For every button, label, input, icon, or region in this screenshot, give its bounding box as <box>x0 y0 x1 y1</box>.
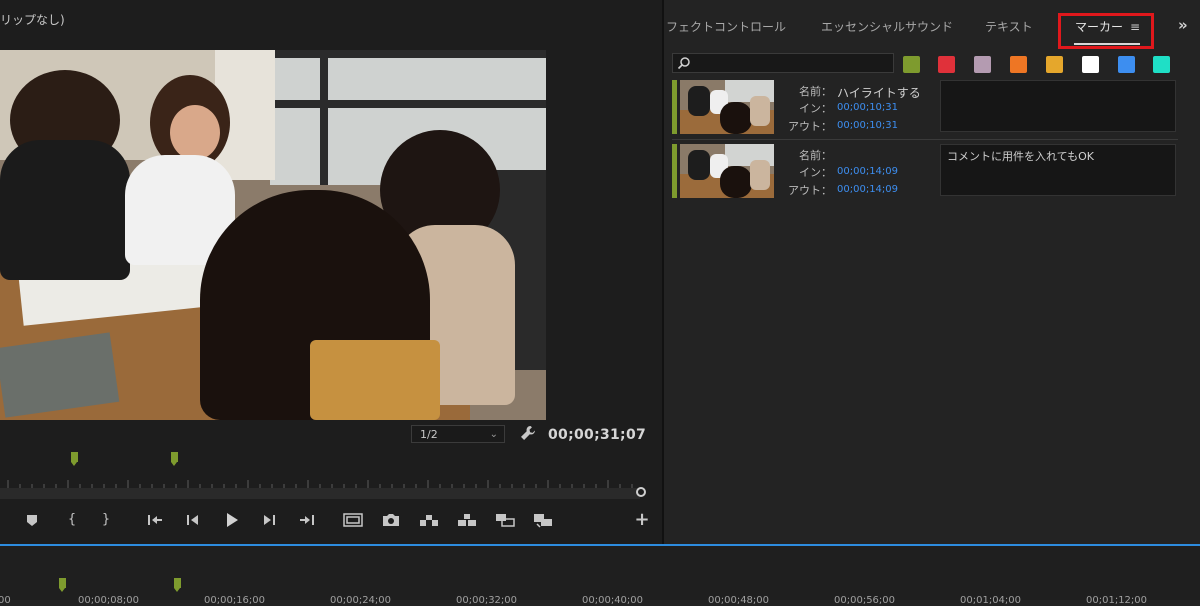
marker-in-label: イン： <box>799 102 832 115</box>
overwrite-icon[interactable] <box>531 508 555 532</box>
marker-out-timecode[interactable]: 00;00;10;31 <box>837 120 898 131</box>
timeline-tick-label: 00 <box>0 595 11 606</box>
marker-list-item[interactable]: 名前： ハイライトする イン： 00;00;10;31 アウト： 00;00;1… <box>672 80 1178 137</box>
color-filter-orange[interactable] <box>1010 56 1027 73</box>
photo-window-frame <box>320 50 328 185</box>
timeline-top-border <box>0 544 1200 546</box>
marker-list-item[interactable]: 名前： イン： 00;00;14;09 アウト： 00;00;14;09 コメン… <box>672 144 1178 201</box>
marker-in-label: イン： <box>799 166 832 179</box>
timeline-tick-label: 00;00;32;00 <box>456 595 518 606</box>
marker-panel: フェクトコントロール エッセンシャルサウンド テキスト マーカー ≡ » 名前： <box>666 0 1200 544</box>
go-to-in-icon[interactable] <box>143 508 167 532</box>
timeline-marker-flag[interactable] <box>59 578 66 592</box>
tab-effect-controls[interactable]: フェクトコントロール <box>666 18 786 35</box>
marker-out-label: アウト： <box>788 120 832 133</box>
color-filter-green[interactable] <box>903 56 920 73</box>
color-filter-yellow[interactable] <box>1046 56 1063 73</box>
marker-name-value[interactable]: ハイライトする <box>837 84 921 101</box>
marker-in-timecode[interactable]: 00;00;14;09 <box>837 166 898 177</box>
timeline-tick-label: 00;00;48;00 <box>708 595 770 606</box>
program-monitor: リップなし) 1/2 ⌄ 00;00;31;07 {} + <box>0 0 664 544</box>
list-divider <box>672 139 1178 140</box>
scrub-end-handle[interactable] <box>636 487 646 497</box>
double-chevron-right-icon[interactable]: » <box>1178 16 1188 34</box>
wrench-icon[interactable] <box>519 424 537 442</box>
timeline-tick-label: 00;00;16;00 <box>204 595 266 606</box>
photo-chair <box>310 340 440 420</box>
mark-out-icon[interactable]: } <box>94 508 118 532</box>
zoom-level-value: 1/2 <box>420 428 438 441</box>
play-icon[interactable] <box>219 508 243 532</box>
panel-tabs: フェクトコントロール エッセンシャルサウンド テキスト マーカー ≡ » <box>666 0 1200 50</box>
highlight-box <box>1058 13 1154 49</box>
mark-in-icon[interactable]: { <box>60 508 84 532</box>
safe-margins-icon[interactable] <box>341 508 365 532</box>
marker-flag[interactable] <box>171 452 178 466</box>
color-filter-red[interactable] <box>938 56 955 73</box>
video-viewer[interactable] <box>0 50 546 420</box>
photo-window-frame <box>270 50 546 58</box>
sequence-timeline[interactable]: 00 00;00;08;00 00;00;16;00 00;00;24;00 0… <box>0 544 1200 606</box>
chevron-down-icon: ⌄ <box>489 429 498 440</box>
monitor-time-ruler[interactable] <box>0 470 640 490</box>
marker-thumbnail <box>680 144 774 198</box>
add-button-icon[interactable]: + <box>630 508 654 532</box>
color-filter-blue[interactable] <box>1118 56 1135 73</box>
marker-search-input[interactable] <box>672 53 894 73</box>
marker-flag[interactable] <box>71 452 78 466</box>
timeline-tick-label: 00;01;12;00 <box>1086 595 1148 606</box>
add-marker-icon[interactable] <box>20 508 44 532</box>
monitor-title: リップなし) <box>0 13 65 27</box>
timeline-tick-label: 00;00;24;00 <box>330 595 392 606</box>
marker-name-label: 名前： <box>799 85 832 98</box>
marker-in-timecode[interactable]: 00;00;10;31 <box>837 102 898 113</box>
timeline-tick-label: 00;00;56;00 <box>834 595 896 606</box>
photo-window-frame <box>270 100 546 108</box>
step-back-icon[interactable] <box>181 508 205 532</box>
extract-icon[interactable] <box>455 508 479 532</box>
insert-icon[interactable] <box>493 508 517 532</box>
tab-essential-sound[interactable]: エッセンシャルサウンド <box>821 18 953 35</box>
color-filter-cyan[interactable] <box>1153 56 1170 73</box>
timeline-marker-flag[interactable] <box>174 578 181 592</box>
marker-thumbnail <box>680 80 774 134</box>
timeline-tick-label: 00;01;04;00 <box>960 595 1022 606</box>
tab-text[interactable]: テキスト <box>985 18 1033 35</box>
timeline-tick-label: 00;00;08;00 <box>78 595 140 606</box>
transport-controls: { } + <box>0 508 662 532</box>
marker-name-label: 名前： <box>799 149 832 162</box>
marker-comment-field[interactable]: コメントに用件を入れてもOK <box>940 144 1176 196</box>
marker-color-bar <box>672 144 677 198</box>
playhead-timecode[interactable]: 00;00;31;07 <box>548 427 646 443</box>
camera-icon[interactable] <box>379 508 403 532</box>
marker-color-bar <box>672 80 677 134</box>
marker-out-timecode[interactable]: 00;00;14;09 <box>837 184 898 195</box>
marker-comment-field[interactable] <box>940 80 1176 132</box>
go-to-out-icon[interactable] <box>295 508 319 532</box>
monitor-scrub-bar[interactable] <box>0 488 640 499</box>
photo-person-face <box>170 105 220 160</box>
lift-icon[interactable] <box>417 508 441 532</box>
color-filter-white[interactable] <box>1082 56 1099 73</box>
color-filter-mauve[interactable] <box>974 56 991 73</box>
zoom-level-select[interactable]: 1/2 ⌄ <box>411 425 505 443</box>
marker-out-label: アウト： <box>788 184 832 197</box>
step-forward-icon[interactable] <box>257 508 281 532</box>
photo-person-shirt <box>0 140 130 280</box>
timeline-tick-label: 00;00;40;00 <box>582 595 644 606</box>
search-icon <box>677 56 691 70</box>
